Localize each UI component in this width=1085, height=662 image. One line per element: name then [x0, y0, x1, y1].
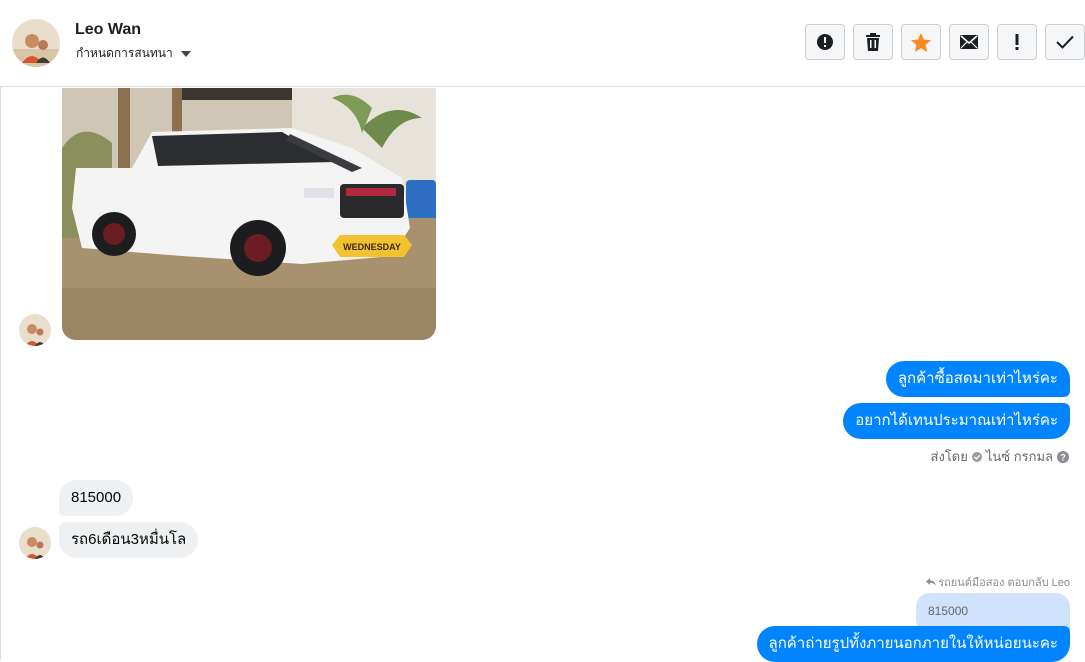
subtitle-text: กำหนดการสนทนา — [76, 46, 173, 60]
contact-avatar[interactable] — [12, 19, 60, 67]
star-icon — [911, 32, 931, 52]
conversation-header: Leo Wan กำหนดการสนทนา — [0, 0, 1085, 87]
message-photo[interactable]: WEDNESDAY — [62, 88, 436, 340]
sender-avatar[interactable] — [19, 314, 51, 346]
outgoing-message[interactable]: ลูกค้าถ่ายรูปทั้งภายนอกภายในให้หน่อยนะคะ — [756, 626, 1070, 662]
done-button[interactable] — [1045, 24, 1085, 60]
sent-by-info: ส่งโดย ไนซ์ กรกมล ? — [931, 446, 1069, 467]
reply-context: รถยนต์มือสอง ตอบกลับ Leo — [926, 573, 1070, 591]
reply-arrow-icon — [926, 578, 937, 586]
verified-badge-icon — [971, 451, 982, 462]
caret-down-icon — [180, 50, 191, 57]
envelope-icon — [960, 35, 978, 49]
outgoing-message[interactable]: อยากได้เทนประมาณเท่าไหร่คะ — [843, 403, 1070, 439]
incoming-message[interactable]: 815000 — [59, 480, 134, 516]
check-icon — [1056, 35, 1074, 49]
star-button[interactable] — [901, 24, 941, 60]
action-toolbar — [805, 24, 1085, 60]
follow-up-button[interactable] — [997, 24, 1037, 60]
sent-by-name: ไนซ์ กรกมล — [985, 449, 1053, 464]
alert-circle-icon — [817, 34, 833, 50]
exclamation-icon — [1015, 34, 1019, 50]
conversation-label-dropdown[interactable]: กำหนดการสนทนา — [76, 44, 191, 63]
mark-unread-button[interactable] — [949, 24, 989, 60]
contact-name[interactable]: Leo Wan — [75, 21, 141, 39]
reply-context-text: รถยนต์มือสอง ตอบกลับ Leo — [938, 577, 1070, 589]
panel-divider — [0, 87, 1, 660]
sender-avatar[interactable] — [19, 527, 51, 559]
help-icon[interactable]: ? — [1057, 450, 1069, 463]
svg-text:?: ? — [1060, 452, 1066, 462]
sent-by-prefix: ส่งโดย — [930, 449, 968, 464]
trash-icon — [866, 33, 880, 51]
delete-button[interactable] — [853, 24, 893, 60]
spam-button[interactable] — [805, 24, 845, 60]
incoming-message[interactable]: รถ6เดือน3หมื่นโล — [59, 522, 199, 558]
license-plate-text: WEDNESDAY — [343, 242, 401, 252]
outgoing-message[interactable]: ลูกค้าซื้อสดมาเท่าไหร่คะ — [885, 361, 1070, 397]
